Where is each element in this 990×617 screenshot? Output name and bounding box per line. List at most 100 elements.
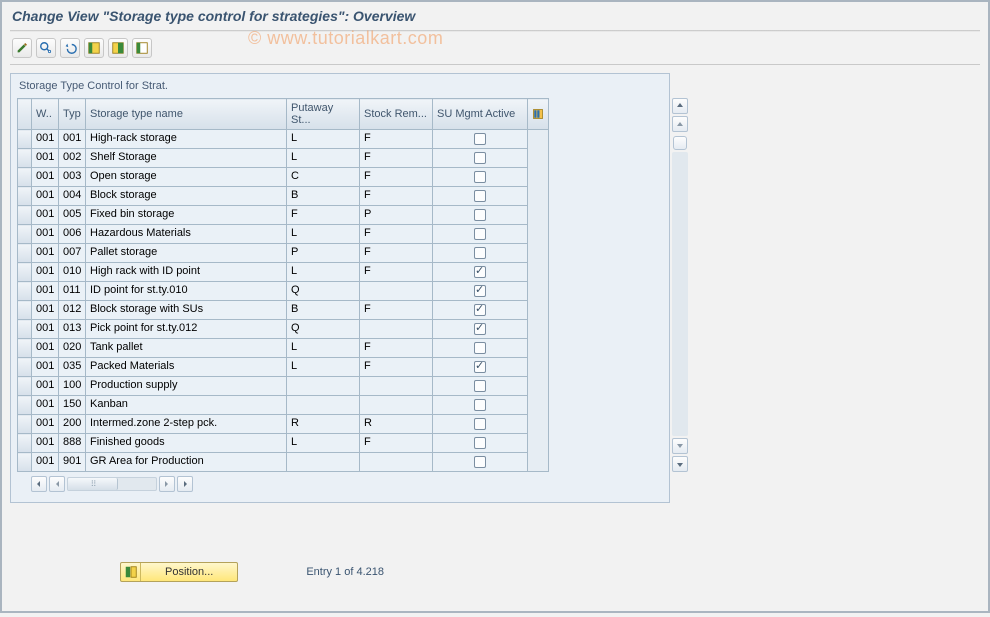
cell-stockrem[interactable]	[360, 453, 432, 471]
cell-type[interactable]: 888	[59, 434, 85, 452]
deselect-all-button[interactable]	[132, 38, 152, 58]
cell-putaway[interactable]: P	[287, 244, 359, 262]
cell-type[interactable]: 007	[59, 244, 85, 262]
row-selector[interactable]	[18, 358, 32, 377]
cell-name[interactable]: High rack with ID point	[86, 263, 286, 281]
su-checkbox[interactable]	[474, 266, 486, 278]
row-selector[interactable]	[18, 320, 32, 339]
cell-warehouse[interactable]: 001	[32, 244, 58, 262]
scroll-track[interactable]	[672, 152, 688, 436]
cell-putaway[interactable]: Q	[287, 282, 359, 300]
cell-name[interactable]: Tank pallet	[86, 339, 286, 357]
cell-stockrem[interactable]	[360, 377, 432, 395]
cell-putaway[interactable]: B	[287, 301, 359, 319]
cell-putaway[interactable]	[287, 377, 359, 395]
cell-name[interactable]: Packed Materials	[86, 358, 286, 376]
select-all-button[interactable]	[84, 38, 104, 58]
scroll-up-button[interactable]	[672, 98, 688, 114]
cell-type[interactable]: 011	[59, 282, 85, 300]
cell-type[interactable]: 001	[59, 130, 85, 148]
cell-stockrem[interactable]: F	[360, 301, 432, 319]
cell-putaway[interactable]: L	[287, 263, 359, 281]
cell-name[interactable]: ID point for st.ty.010	[86, 282, 286, 300]
horizontal-scrollbar[interactable]	[31, 476, 663, 492]
row-selector[interactable]	[18, 149, 32, 168]
cell-name[interactable]: Pallet storage	[86, 244, 286, 262]
cell-putaway[interactable]: L	[287, 339, 359, 357]
cell-stockrem[interactable]: F	[360, 168, 432, 186]
cell-putaway[interactable]	[287, 396, 359, 414]
su-checkbox[interactable]	[474, 228, 486, 240]
cell-warehouse[interactable]: 001	[32, 453, 58, 471]
cell-name[interactable]: Fixed bin storage	[86, 206, 286, 224]
cell-type[interactable]: 020	[59, 339, 85, 357]
row-selector[interactable]	[18, 453, 32, 472]
header-stockrem[interactable]: Stock Rem...	[360, 99, 433, 130]
scroll-line-down-button[interactable]	[672, 438, 688, 454]
cell-name[interactable]: Block storage with SUs	[86, 301, 286, 319]
cell-warehouse[interactable]: 001	[32, 206, 58, 224]
row-selector[interactable]	[18, 339, 32, 358]
scroll-line-right-button[interactable]	[159, 476, 175, 492]
cell-warehouse[interactable]: 001	[32, 301, 58, 319]
cell-type[interactable]: 002	[59, 149, 85, 167]
vertical-scrollbar[interactable]	[669, 98, 691, 472]
cell-type[interactable]: 150	[59, 396, 85, 414]
row-selector[interactable]	[18, 263, 32, 282]
scroll-right-button[interactable]	[177, 476, 193, 492]
su-checkbox[interactable]	[474, 456, 486, 468]
scroll-line-up-button[interactable]	[672, 116, 688, 132]
cell-type[interactable]: 012	[59, 301, 85, 319]
cell-type[interactable]: 005	[59, 206, 85, 224]
cell-warehouse[interactable]: 001	[32, 149, 58, 167]
row-selector[interactable]	[18, 187, 32, 206]
cell-warehouse[interactable]: 001	[32, 358, 58, 376]
cell-putaway[interactable]: L	[287, 434, 359, 452]
scroll-thumb-indicator[interactable]	[673, 136, 687, 150]
cell-stockrem[interactable]: R	[360, 415, 432, 433]
row-selector[interactable]	[18, 434, 32, 453]
su-checkbox[interactable]	[474, 399, 486, 411]
row-selector[interactable]	[18, 396, 32, 415]
cell-type[interactable]: 003	[59, 168, 85, 186]
cell-type[interactable]: 004	[59, 187, 85, 205]
cell-warehouse[interactable]: 001	[32, 434, 58, 452]
details-button[interactable]	[36, 38, 56, 58]
scroll-line-left-button[interactable]	[49, 476, 65, 492]
cell-name[interactable]: Open storage	[86, 168, 286, 186]
cell-putaway[interactable]: L	[287, 149, 359, 167]
cell-type[interactable]: 035	[59, 358, 85, 376]
header-name[interactable]: Storage type name	[86, 99, 287, 130]
row-selector[interactable]	[18, 377, 32, 396]
cell-warehouse[interactable]: 001	[32, 339, 58, 357]
cell-stockrem[interactable]	[360, 320, 432, 338]
cell-name[interactable]: GR Area for Production	[86, 453, 286, 471]
scroll-down-button[interactable]	[672, 456, 688, 472]
cell-putaway[interactable]: B	[287, 187, 359, 205]
cell-name[interactable]: Pick point for st.ty.012	[86, 320, 286, 338]
row-selector[interactable]	[18, 244, 32, 263]
scroll-left-button[interactable]	[31, 476, 47, 492]
cell-warehouse[interactable]: 001	[32, 130, 58, 148]
cell-type[interactable]: 010	[59, 263, 85, 281]
cell-name[interactable]: Finished goods	[86, 434, 286, 452]
cell-warehouse[interactable]: 001	[32, 282, 58, 300]
su-checkbox[interactable]	[474, 361, 486, 373]
cell-name[interactable]: Hazardous Materials	[86, 225, 286, 243]
header-type[interactable]: Typ	[59, 99, 86, 130]
header-warehouse[interactable]: W..	[32, 99, 59, 130]
header-putaway[interactable]: Putaway St...	[287, 99, 360, 130]
config-columns-button[interactable]	[528, 99, 549, 130]
su-checkbox[interactable]	[474, 171, 486, 183]
cell-warehouse[interactable]: 001	[32, 415, 58, 433]
su-checkbox[interactable]	[474, 190, 486, 202]
cell-name[interactable]: Block storage	[86, 187, 286, 205]
su-checkbox[interactable]	[474, 437, 486, 449]
cell-stockrem[interactable]	[360, 282, 432, 300]
su-checkbox[interactable]	[474, 152, 486, 164]
cell-warehouse[interactable]: 001	[32, 168, 58, 186]
cell-stockrem[interactable]: F	[360, 244, 432, 262]
cell-type[interactable]: 100	[59, 377, 85, 395]
header-selector[interactable]	[18, 99, 32, 130]
hscroll-thumb[interactable]	[68, 478, 118, 490]
